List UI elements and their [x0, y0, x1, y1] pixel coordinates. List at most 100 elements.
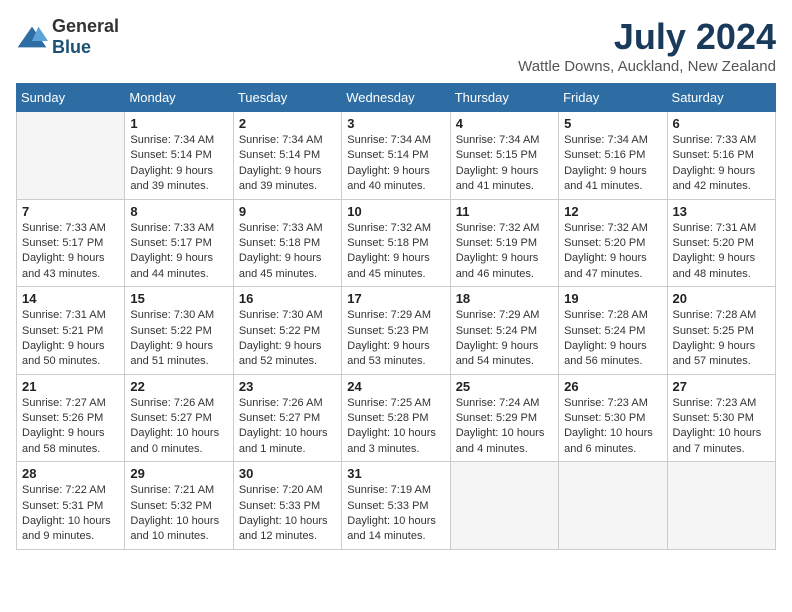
calendar-cell: 20Sunrise: 7:28 AMSunset: 5:25 PMDayligh… [667, 287, 775, 375]
calendar-cell [17, 112, 125, 200]
calendar-cell: 2 Sunrise: 7:34 AMSunset: 5:14 PMDaylight… [233, 112, 341, 200]
calendar-cell: 12 Sunrise: 7:32 AMSunset: 5:20 PMDayligh… [559, 199, 667, 287]
day-info: Sunrise: 7:31 AMSunset: 5:20 PMDaylight:… [673, 221, 770, 283]
calendar-cell: 8 Sunrise: 7:33 AMSunset: 5:17 PMDaylight… [125, 199, 233, 287]
calendar-cell: 11 Sunrise: 7:32 AMSunset: 5:19 PMDayligh… [450, 199, 558, 287]
logo-blue: Blue [52, 37, 91, 57]
day-info: Sunrise: 7:30 AMSunset: 5:22 PMDaylight:… [239, 308, 336, 370]
week-row: 21Sunrise: 7:27 AMSunset: 5:26 PMDayligh… [17, 374, 776, 462]
day-info: Sunrise: 7:34 AMSunset: 5:14 PMDaylight:… [347, 133, 444, 195]
calendar-cell: 25 Sunrise: 7:24 AMSunset: 5:29 PMDayligh… [450, 374, 558, 462]
day-info: Sunrise: 7:33 AMSunset: 5:18 PMDaylight:… [239, 221, 336, 283]
calendar-cell: 19 Sunrise: 7:28 AMSunset: 5:24 PMDayligh… [559, 287, 667, 375]
day-info: Sunrise: 7:34 AMSunset: 5:14 PMDaylight:… [239, 133, 336, 195]
day-info: Sunrise: 7:25 AMSunset: 5:28 PMDaylight:… [347, 396, 444, 458]
day-info: Sunrise: 7:32 AMSunset: 5:18 PMDaylight:… [347, 221, 444, 283]
calendar-cell: 4Sunrise: 7:34 AMSunset: 5:15 PMDaylight… [450, 112, 558, 200]
day-info: Sunrise: 7:32 AMSunset: 5:20 PMDaylight:… [564, 221, 661, 283]
calendar-cell [667, 462, 775, 550]
day-number: 23 [239, 379, 336, 394]
day-info: Sunrise: 7:33 AMSunset: 5:16 PMDaylight:… [673, 133, 770, 195]
day-number: 6 [673, 116, 770, 131]
month-title: July 2024 [518, 16, 776, 58]
calendar-cell: 1Sunrise: 7:34 AMSunset: 5:14 PMDaylight… [125, 112, 233, 200]
weekday-header: Friday [559, 84, 667, 112]
week-row: 7 Sunrise: 7:33 AMSunset: 5:17 PMDaylight… [17, 199, 776, 287]
day-number: 2 [239, 116, 336, 131]
calendar-cell: 18Sunrise: 7:29 AMSunset: 5:24 PMDayligh… [450, 287, 558, 375]
weekday-header: Wednesday [342, 84, 450, 112]
day-number: 14 [22, 291, 119, 306]
title-area: July 2024 Wattle Downs, Auckland, New Ze… [518, 16, 776, 75]
day-number: 26 [564, 379, 661, 394]
weekday-header: Monday [125, 84, 233, 112]
day-info: Sunrise: 7:29 AMSunset: 5:23 PMDaylight:… [347, 308, 444, 370]
calendar-cell: 23 Sunrise: 7:26 AMSunset: 5:27 PMDayligh… [233, 374, 341, 462]
day-number: 15 [130, 291, 227, 306]
day-info: Sunrise: 7:26 AMSunset: 5:27 PMDaylight:… [239, 396, 336, 458]
calendar-cell: 7 Sunrise: 7:33 AMSunset: 5:17 PMDaylight… [17, 199, 125, 287]
calendar-cell: 6 Sunrise: 7:33 AMSunset: 5:16 PMDaylight… [667, 112, 775, 200]
day-info: Sunrise: 7:34 AMSunset: 5:15 PMDaylight:… [456, 133, 553, 195]
day-info: Sunrise: 7:27 AMSunset: 5:26 PMDaylight:… [22, 396, 119, 458]
day-info: Sunrise: 7:21 AMSunset: 5:32 PMDaylight:… [130, 483, 227, 545]
day-info: Sunrise: 7:20 AMSunset: 5:33 PMDaylight:… [239, 483, 336, 545]
week-row: 14 Sunrise: 7:31 AMSunset: 5:21 PMDayligh… [17, 287, 776, 375]
calendar-cell [450, 462, 558, 550]
day-number: 28 [22, 466, 119, 481]
calendar-cell: 15 Sunrise: 7:30 AMSunset: 5:22 PMDayligh… [125, 287, 233, 375]
logo: General Blue [16, 16, 119, 58]
week-row: 28 Sunrise: 7:22 AMSunset: 5:31 PMDayligh… [17, 462, 776, 550]
day-info: Sunrise: 7:33 AMSunset: 5:17 PMDaylight:… [130, 221, 227, 283]
calendar-cell: 3 Sunrise: 7:34 AMSunset: 5:14 PMDaylight… [342, 112, 450, 200]
day-number: 25 [456, 379, 553, 394]
calendar-cell: 13 Sunrise: 7:31 AMSunset: 5:20 PMDayligh… [667, 199, 775, 287]
day-info: Sunrise: 7:23 AMSunset: 5:30 PMDaylight:… [673, 396, 770, 458]
day-number: 7 [22, 204, 119, 219]
day-number: 31 [347, 466, 444, 481]
day-number: 12 [564, 204, 661, 219]
day-number: 30 [239, 466, 336, 481]
day-number: 3 [347, 116, 444, 131]
day-number: 8 [130, 204, 227, 219]
day-number: 19 [564, 291, 661, 306]
calendar-cell: 21Sunrise: 7:27 AMSunset: 5:26 PMDayligh… [17, 374, 125, 462]
day-info: Sunrise: 7:32 AMSunset: 5:19 PMDaylight:… [456, 221, 553, 283]
calendar-cell: 10Sunrise: 7:32 AMSunset: 5:18 PMDayligh… [342, 199, 450, 287]
day-number: 17 [347, 291, 444, 306]
day-info: Sunrise: 7:34 AMSunset: 5:16 PMDaylight:… [564, 133, 661, 195]
day-info: Sunrise: 7:22 AMSunset: 5:31 PMDaylight:… [22, 483, 119, 545]
day-number: 9 [239, 204, 336, 219]
day-number: 13 [673, 204, 770, 219]
day-number: 18 [456, 291, 553, 306]
calendar-cell: 26 Sunrise: 7:23 AMSunset: 5:30 PMDayligh… [559, 374, 667, 462]
day-info: Sunrise: 7:26 AMSunset: 5:27 PMDaylight:… [130, 396, 227, 458]
day-info: Sunrise: 7:28 AMSunset: 5:24 PMDaylight:… [564, 308, 661, 370]
day-info: Sunrise: 7:30 AMSunset: 5:22 PMDaylight:… [130, 308, 227, 370]
calendar-cell: 17 Sunrise: 7:29 AMSunset: 5:23 PMDayligh… [342, 287, 450, 375]
day-number: 22 [130, 379, 227, 394]
day-number: 20 [673, 291, 770, 306]
calendar-cell: 9 Sunrise: 7:33 AMSunset: 5:18 PMDaylight… [233, 199, 341, 287]
day-number: 27 [673, 379, 770, 394]
day-number: 11 [456, 204, 553, 219]
calendar-cell: 29Sunrise: 7:21 AMSunset: 5:32 PMDayligh… [125, 462, 233, 550]
day-info: Sunrise: 7:19 AMSunset: 5:33 PMDaylight:… [347, 483, 444, 545]
calendar-cell: 14 Sunrise: 7:31 AMSunset: 5:21 PMDayligh… [17, 287, 125, 375]
weekday-header-row: SundayMondayTuesdayWednesdayThursdayFrid… [17, 84, 776, 112]
calendar-cell: 28 Sunrise: 7:22 AMSunset: 5:31 PMDayligh… [17, 462, 125, 550]
logo-icon [16, 25, 48, 49]
calendar-table: SundayMondayTuesdayWednesdayThursdayFrid… [16, 83, 776, 550]
calendar-cell: 22 Sunrise: 7:26 AMSunset: 5:27 PMDayligh… [125, 374, 233, 462]
day-info: Sunrise: 7:24 AMSunset: 5:29 PMDaylight:… [456, 396, 553, 458]
day-info: Sunrise: 7:33 AMSunset: 5:17 PMDaylight:… [22, 221, 119, 283]
logo-general: General [52, 16, 119, 36]
calendar-cell: 31 Sunrise: 7:19 AMSunset: 5:33 PMDayligh… [342, 462, 450, 550]
day-info: Sunrise: 7:23 AMSunset: 5:30 PMDaylight:… [564, 396, 661, 458]
weekday-header: Saturday [667, 84, 775, 112]
week-row: 1Sunrise: 7:34 AMSunset: 5:14 PMDaylight… [17, 112, 776, 200]
weekday-header: Thursday [450, 84, 558, 112]
day-info: Sunrise: 7:31 AMSunset: 5:21 PMDaylight:… [22, 308, 119, 370]
weekday-header: Tuesday [233, 84, 341, 112]
calendar-cell: 16Sunrise: 7:30 AMSunset: 5:22 PMDayligh… [233, 287, 341, 375]
